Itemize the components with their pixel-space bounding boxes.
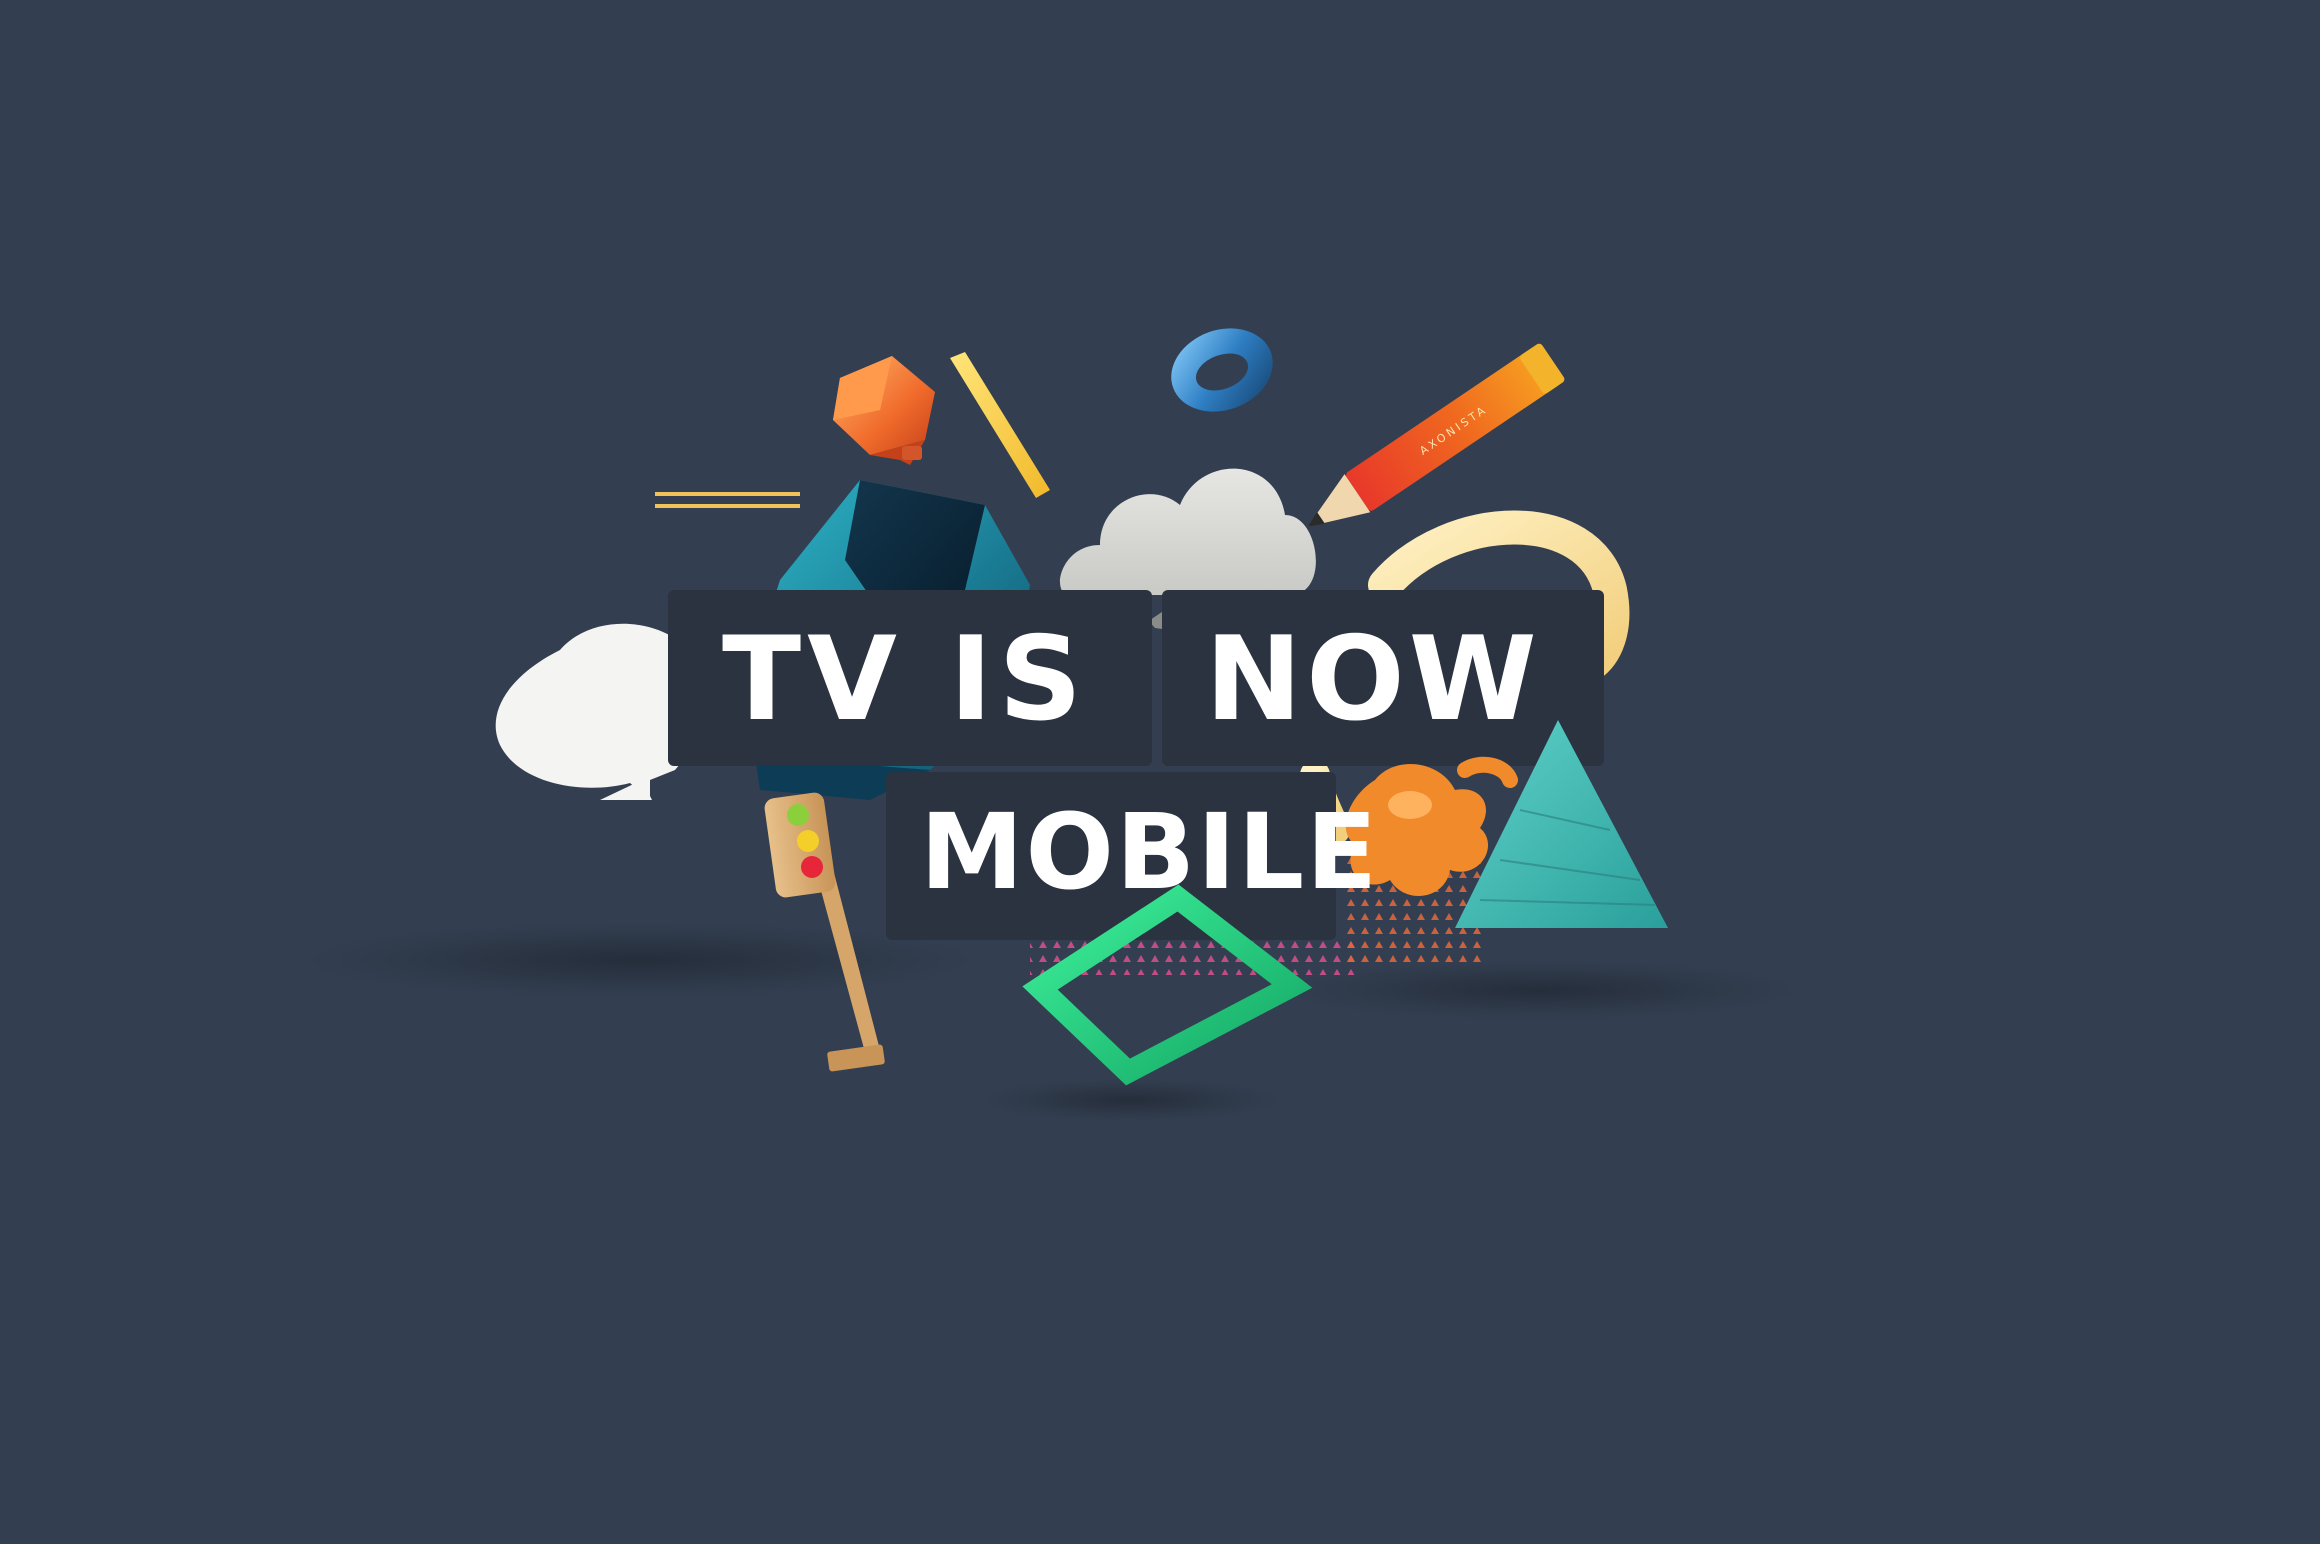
- headline-now: NOW: [1205, 612, 1541, 747]
- traffic-light-red-icon: [801, 856, 823, 878]
- blue-ring-shape: [1171, 328, 1273, 412]
- headline-mobile: MOBILE: [920, 791, 1380, 913]
- yellow-stick-shape: [950, 352, 1050, 498]
- traffic-light-green-icon: [787, 804, 809, 826]
- traffic-light-yellow-icon: [797, 830, 819, 852]
- floor-shadow-bottom: [980, 1078, 1280, 1122]
- floor-shadow-left: [300, 922, 980, 998]
- yellow-lines-decoration: [655, 492, 800, 508]
- illustration-canvas: AXONISTA: [300, 328, 1800, 1122]
- orange-gem-shape: [833, 356, 935, 465]
- headline-tv-is: TV IS: [722, 612, 1088, 747]
